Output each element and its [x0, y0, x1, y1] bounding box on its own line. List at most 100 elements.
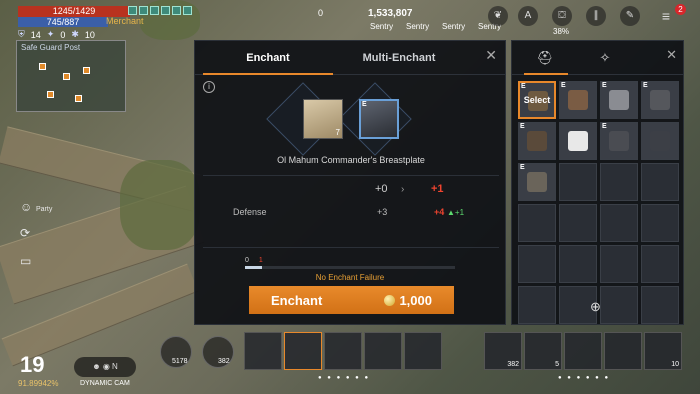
inventory-slot[interactable] — [600, 245, 638, 283]
enchant-scroll-slot[interactable]: 7 — [303, 99, 343, 139]
stat-increase-value: +1 — [454, 208, 465, 217]
mp-bar: 745/887 — [18, 17, 108, 27]
stat-next: +4 — [434, 207, 445, 217]
bag-icon[interactable]: ⛋ — [552, 6, 572, 26]
map-marker-icon — [83, 67, 90, 74]
hotbar-slot[interactable]: 382 — [484, 332, 522, 370]
inventory-slot[interactable] — [518, 204, 556, 242]
tab-underline — [203, 73, 333, 75]
enchant-tabs: Enchant Multi-Enchant ✕ — [195, 41, 505, 75]
hotbar-slot[interactable] — [604, 332, 642, 370]
hotbar-slot[interactable] — [404, 332, 442, 370]
party-icon[interactable]: ☺ — [20, 200, 32, 214]
item-tag: E — [520, 164, 525, 171]
item-tag: E — [362, 101, 367, 108]
stat-name: Defense — [233, 207, 267, 217]
merchant-tag: Merchant — [106, 16, 144, 26]
buff-icon — [161, 6, 170, 15]
item-tag: E — [561, 82, 566, 89]
hotbar-count: 382 — [507, 361, 519, 368]
item-tag: E — [520, 123, 525, 130]
hotbar-slot[interactable] — [564, 332, 602, 370]
tab-multi-enchant[interactable]: Multi-Enchant — [341, 41, 457, 74]
crest-icon[interactable]: ✧ — [594, 47, 616, 69]
tab-enchant[interactable]: Enchant — [195, 41, 341, 74]
inventory-slot[interactable]: E — [600, 81, 638, 119]
current-level: +0 — [375, 183, 388, 195]
hotbar-slot[interactable] — [284, 332, 322, 370]
hotbar-slot[interactable] — [324, 332, 362, 370]
inventory-slot[interactable] — [641, 122, 679, 160]
wrench-icon[interactable]: ✎ — [620, 6, 640, 26]
inventory-slot[interactable] — [559, 163, 597, 201]
inventory-slot[interactable] — [518, 245, 556, 283]
pearl-count: 0 — [318, 8, 324, 18]
minimap[interactable]: Safe Guard Post — [16, 40, 126, 112]
enchant-panel: Enchant Multi-Enchant ✕ i 7 E Ol Mahum C… — [194, 40, 506, 325]
inventory-slot[interactable] — [559, 204, 597, 242]
item-art-icon — [650, 90, 670, 110]
item-tag: E — [521, 83, 526, 90]
info-icon[interactable]: i — [203, 81, 215, 93]
inventory-slot[interactable]: E — [518, 122, 556, 160]
location-label: Safe Guard Post — [21, 43, 81, 52]
next-level: +1 — [431, 183, 444, 195]
slot-area: 7 E — [245, 82, 455, 156]
feather-icon[interactable]: ❦ — [488, 6, 508, 26]
scroll-count: 7 — [335, 128, 340, 137]
arrow-right-icon: › — [401, 184, 405, 195]
enchant-cost: 1,000 — [384, 293, 432, 308]
target-item-slot[interactable]: E — [359, 99, 399, 139]
hotbar-slot[interactable]: 10 — [644, 332, 682, 370]
inventory-slot[interactable]: E — [600, 122, 638, 160]
inventory-slot[interactable] — [600, 286, 638, 324]
inventory-slot[interactable] — [641, 163, 679, 201]
map-marker-icon — [47, 91, 54, 98]
item-tag: E — [602, 82, 607, 89]
inventory-slot[interactable] — [518, 286, 556, 324]
pause-icon[interactable]: ∥ — [586, 6, 606, 26]
fail-numbers: 0 1 — [245, 257, 455, 264]
buff-icon — [128, 6, 137, 15]
menu-icon[interactable]: ≡ — [656, 6, 676, 26]
auto-icon[interactable]: ⟳ — [20, 226, 30, 240]
hotbar-count: 5 — [555, 361, 559, 368]
map-marker-icon — [39, 63, 46, 70]
item-art-icon — [568, 131, 588, 151]
inventory-slot[interactable] — [600, 163, 638, 201]
inventory-slot[interactable]: E — [518, 163, 556, 201]
enchant-button[interactable]: Enchant 1,000 — [249, 286, 454, 314]
close-icon[interactable]: ✕ — [666, 47, 677, 63]
inventory-slot[interactable]: E — [641, 81, 679, 119]
inventory-slot[interactable]: E — [559, 81, 597, 119]
hotbar-slot[interactable] — [364, 332, 402, 370]
player-level: 19 — [20, 352, 45, 377]
inventory-slot[interactable] — [600, 204, 638, 242]
inventory-slot[interactable] — [559, 245, 597, 283]
inventory-slot[interactable]: E Select — [518, 81, 556, 119]
stat-row: ⛨ 14 ✦ 0 ✱ 10 — [18, 29, 95, 40]
stat-current: +3 — [377, 207, 388, 217]
auto-a-icon[interactable]: A — [518, 6, 538, 26]
inventory-slot[interactable] — [641, 286, 679, 324]
camera-toggle[interactable]: ☻ ◉ N — [74, 357, 136, 377]
helmet-icon[interactable]: ⛑ — [534, 47, 556, 69]
close-icon[interactable]: ✕ — [485, 47, 497, 64]
inventory-slot[interactable] — [641, 204, 679, 242]
buff-row — [128, 6, 192, 15]
map-marker-icon — [75, 95, 82, 102]
hotbar-slot[interactable]: 5 — [524, 332, 562, 370]
zoom-icon[interactable]: ⊕ — [590, 299, 601, 315]
inventory-slot[interactable] — [559, 122, 597, 160]
sentry-label: Sentry — [442, 22, 466, 31]
cost-value: 1,000 — [399, 292, 432, 308]
hotbar-count: 5178 — [172, 358, 188, 365]
weight-percent: 38% — [553, 27, 570, 36]
chat-icon[interactable]: ▭ — [20, 254, 31, 268]
fail-progress-fill — [245, 266, 262, 269]
potion-icon: ✦ — [46, 29, 55, 39]
fail-progress-bar — [245, 266, 455, 269]
inventory-slot[interactable] — [641, 245, 679, 283]
fail-text: No Enchant Failure — [315, 273, 385, 282]
hotbar-slot[interactable] — [244, 332, 282, 370]
